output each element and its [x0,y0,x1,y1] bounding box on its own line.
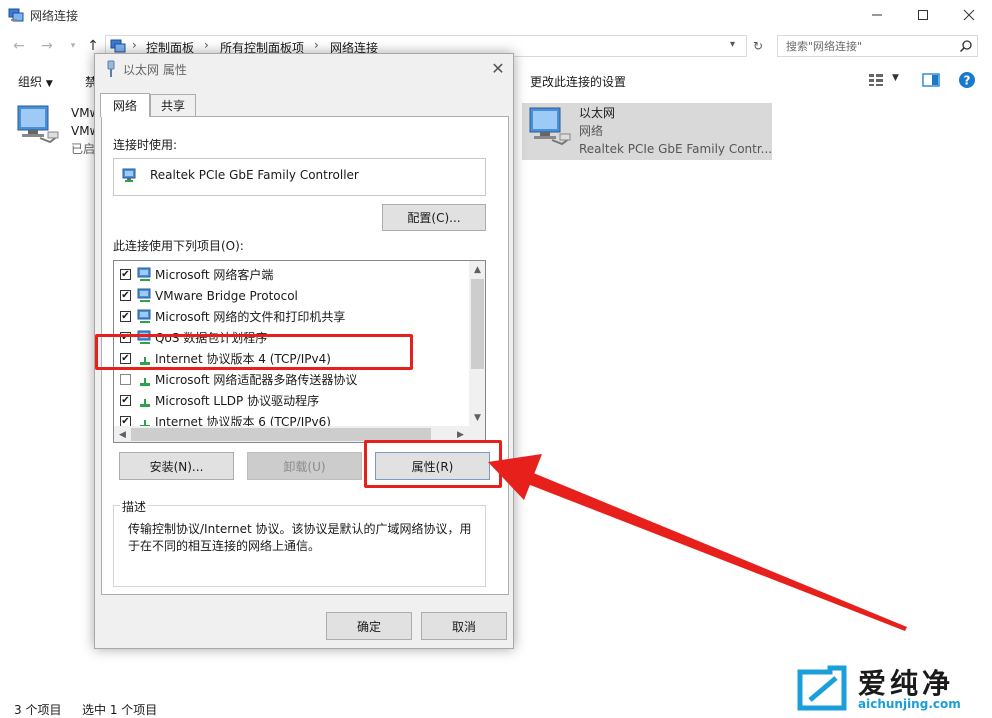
search-input[interactable] [778,36,948,56]
network-client-icon [137,309,151,323]
dialog-close-button[interactable]: ✕ [487,57,509,79]
watermark-brand: 爱纯净 [858,667,955,700]
network-adapter-icon [529,107,571,146]
component-checkbox[interactable] [120,374,131,385]
chevron-down-icon: ▾ [70,41,76,51]
minimize-button[interactable] [854,0,900,30]
minimize-icon [872,14,882,16]
close-button[interactable] [946,0,992,30]
recent-locations-button[interactable]: ▾ [62,34,84,58]
close-icon [963,9,975,21]
configure-button[interactable]: 配置(C)... [382,204,486,231]
forward-arrow-icon: → [41,38,53,54]
forward-button[interactable]: → [36,34,58,58]
back-button[interactable]: ← [8,34,30,58]
annotation-arrow [488,454,907,631]
close-icon: ✕ [491,58,505,78]
vertical-scrollbar[interactable]: ▲ ▼ [469,261,485,426]
chevron-down-icon: ▼ [45,79,53,89]
svg-text:?: ? [964,74,971,88]
component-checkbox[interactable]: ✔ [120,416,131,426]
list-item[interactable]: ✔ Microsoft 网络的文件和打印机共享 [120,306,460,327]
maximize-icon [918,10,928,20]
adapter-box: Realtek PCIe GbE Family Controller [113,158,486,196]
component-checkbox[interactable]: ✔ [120,395,131,406]
vertical-scroll-thumb[interactable] [471,279,484,369]
breadcrumb-separator-icon: › [132,38,137,52]
change-settings-button[interactable]: 更改此连接的设置 [530,73,626,90]
up-arrow-icon: ↑ [87,38,99,54]
title-bar: 网络连接 [0,0,992,30]
install-button[interactable]: 安装(N)... [119,452,234,480]
network-item-ethernet-type: 网络 [579,124,604,138]
view-dropdown-icon[interactable]: ▼ [892,73,899,83]
component-label: Microsoft 网络适配器多路传送器协议 [155,373,358,387]
uninstall-button[interactable]: 卸载(U) [247,452,362,480]
control-panel-icon [110,39,126,53]
breadcrumb-separator-icon: › [204,38,209,52]
component-label: Internet 协议版本 6 (TCP/IPv6) [155,415,331,426]
search-icon[interactable] [959,39,973,53]
adapter-name: Realtek PCIe GbE Family Controller [150,168,359,182]
network-item-ethernet-name: 以太网 [579,106,616,120]
address-dropdown-icon[interactable]: ▾ [730,39,735,50]
list-item[interactable]: Microsoft 网络适配器多路传送器协议 [120,369,460,390]
component-label: VMware Bridge Protocol [155,288,298,303]
network-adapter-icon [17,105,59,144]
component-label: Microsoft LLDP 协议驱动程序 [155,394,320,408]
view-options-icon[interactable] [868,73,884,87]
protocol-icon [140,419,150,426]
breadcrumb-separator-icon: › [314,38,319,52]
network-cable-icon [107,60,115,77]
network-client-icon [137,288,151,302]
organize-menu[interactable]: 组织 ▼ [18,73,53,90]
brand-logo-icon [797,665,847,711]
maximize-button[interactable] [900,0,946,30]
network-connections-icon [8,8,24,22]
status-bar: 3 个项目 选中 1 个项目 [0,700,600,718]
scroll-up-icon[interactable]: ▲ [469,261,485,278]
description-text: 传输控制协议/Internet 协议。该协议是默认的广域网络协议，用于在不同的相… [128,522,472,553]
watermark: 爱纯净 aichunjing.com [796,662,986,714]
protocol-icon [140,398,150,407]
list-item[interactable]: ✔ Microsoft LLDP 协议驱动程序 [120,390,460,411]
component-checkbox[interactable]: ✔ [120,290,131,301]
components-label: 此连接使用下列项目(O): [113,239,244,253]
scroll-down-icon[interactable]: ▼ [469,409,485,426]
network-adapter-icon [122,168,136,182]
network-item-vmware-status: 已启 [71,142,96,156]
window-title: 网络连接 [30,9,79,23]
search-box [777,35,978,57]
connect-using-label: 连接时使用: [113,138,178,152]
network-item-ethernet-adapter: Realtek PCIe GbE Family Contr... [579,142,773,156]
ok-button[interactable]: 确定 [326,612,412,640]
refresh-icon: ↻ [752,39,764,53]
component-label: Microsoft 网络客户端 [155,268,274,282]
tab-sharing[interactable]: 共享 [150,94,196,116]
item-count: 3 个项目 [14,703,62,717]
dialog-title: 以太网 属性 [123,63,187,77]
list-item[interactable]: ✔ VMware Bridge Protocol [120,285,460,306]
list-item[interactable]: ✔ Internet 协议版本 6 (TCP/IPv6) [120,411,460,426]
watermark-url: aichunjing.com [858,697,961,711]
network-client-icon [137,267,151,281]
back-arrow-icon: ← [13,38,25,54]
help-icon[interactable]: ? [958,71,976,89]
component-checkbox[interactable]: ✔ [120,311,131,322]
preview-pane-icon[interactable] [922,73,940,87]
component-checkbox[interactable]: ✔ [120,269,131,280]
selected-count: 选中 1 个项目 [82,703,158,717]
protocol-icon [140,377,150,386]
tab-network[interactable]: 网络 [100,93,150,117]
description-group: 描述 传输控制协议/Internet 协议。该协议是默认的广域网络协议，用于在不… [113,498,486,587]
component-label: Microsoft 网络的文件和打印机共享 [155,310,346,324]
ipv4-highlight-box [95,334,413,370]
scroll-left-icon[interactable]: ◀ [114,426,131,442]
description-title: 描述 [120,498,149,515]
refresh-button[interactable]: ↻ [748,35,768,57]
list-item[interactable]: ✔ Microsoft 网络客户端 [120,264,460,285]
